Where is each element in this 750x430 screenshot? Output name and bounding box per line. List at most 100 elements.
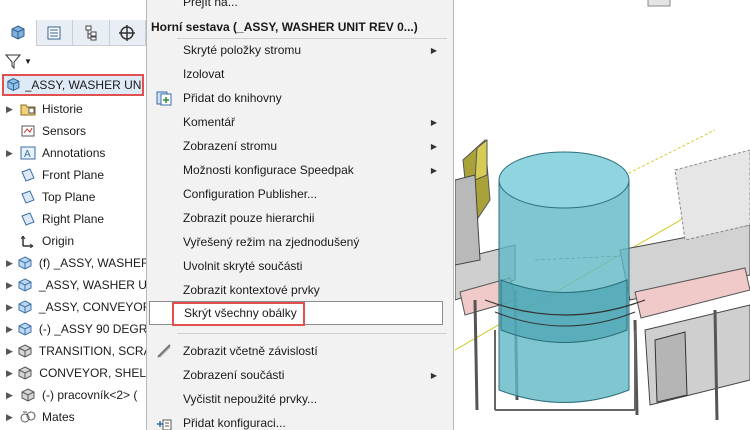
subassembly-icon [17,256,33,270]
expand-arrow-icon[interactable]: ▶ [6,258,13,269]
feature-tree: ▶ Historie Sensors ▶ A Annotations Front Plane… [0,98,146,428]
menu-item-vyreseny-rezim-na-zjednoduseny[interactable]: Vyřešený režim na zjednodušený [149,230,451,254]
tree-item-assy-90-degr[interactable]: ▶ (-) _ASSY 90 DEGR [0,318,146,340]
expand-arrow-icon[interactable]: ▶ [6,412,16,423]
menu-item-vycistit-nepouzite-prvky[interactable]: Vyčistit nepoužité prvky... [149,387,451,411]
plane-icon [20,212,36,226]
menu-item-label: Izolovat [183,67,225,81]
menu-item-label: Komentář [183,115,236,129]
tree-item-historie[interactable]: ▶ Historie [0,98,146,120]
tree-item-label: (-) _ASSY 90 DEGR [38,322,146,336]
tree-item-annotations[interactable]: ▶ A Annotations [0,142,146,164]
menu-item-uvolnit-skryte-soucasti[interactable]: Uvolnit skryté součásti [149,254,451,278]
tab-feature-manager[interactable] [0,20,37,46]
menu-item-label: Přidat konfiguraci... [183,416,286,430]
expand-arrow-icon[interactable]: ▶ [6,302,13,313]
menu-item-zobrazit-vcetne-zavislosti[interactable]: Zobrazit včetně závislostí [149,339,451,363]
dependencies-icon [155,342,173,360]
menu-item-label: Vyřešený režim na zjednodušený [183,235,360,249]
subassembly-icon [17,300,33,314]
feature-manager-icon [11,25,25,40]
menu-item-komentar[interactable]: Komentář ▶ [149,110,451,134]
tree-item-label: TRANSITION, SCRA [38,344,146,358]
tab-property-manager[interactable] [37,20,73,46]
library-add-icon [155,89,173,107]
subassembly-icon [17,322,33,336]
filter-icon [4,54,22,70]
menu-item-zobrazit-pouze-hierarchii[interactable]: Zobrazit pouze hierarchii [149,206,451,230]
mates-icon [20,410,36,424]
tree-item-transition-scra[interactable]: ▶ TRANSITION, SCRA [0,340,146,362]
tree-item-mates[interactable]: ▶ Mates [0,406,146,428]
tab-configuration-manager[interactable] [73,20,110,46]
menu-item-zobrazeni-soucasti[interactable]: Zobrazení součásti ▶ [149,363,451,387]
tree-item-pracovnik-2[interactable]: ▶ (-) pracovník<2> ( [0,384,146,406]
submenu-arrow-icon: ▶ [430,45,437,55]
tab-dimxpert-manager[interactable] [110,20,146,46]
menu-item-zobrazeni-stromu[interactable]: Zobrazení stromu ▶ [149,134,451,158]
subassembly-icon [17,278,33,292]
expand-arrow-icon[interactable]: ▶ [6,368,13,379]
tree-item-label: CONVEYOR, SHEL [39,366,146,380]
menu-item-pridat-do-knihovny[interactable]: Přidat do knihovny [149,86,451,110]
tree-root-label: _ASSY, WASHER UNIT [24,78,142,92]
part-icon [17,344,33,358]
tree-item-sensors[interactable]: Sensors [0,120,146,142]
expand-arrow-icon[interactable]: ▶ [6,390,16,401]
feature-manager-panel: ▼ _ASSY, WASHER UNIT ▶ Historie Sensors ▶ A A… [0,0,146,430]
menu-item-label: Vyčistit nepoužité prvky... [183,392,318,406]
submenu-arrow-icon: ▶ [430,117,437,127]
menu-item-moznosti-konfigurace-speedpak[interactable]: Možnosti konfigurace Speedpak ▶ [149,158,451,182]
menu-header: Horní sestava (_ASSY, WASHER UNIT REV 0.… [151,20,418,34]
part-icon [20,388,36,402]
expand-arrow-icon[interactable]: ▶ [6,104,16,115]
submenu-arrow-icon: ▶ [430,165,437,175]
menu-item-pridat-konfiguraci[interactable]: Přidat konfiguraci... [149,411,451,430]
menu-item-label: Možnosti konfigurace Speedpak [183,163,354,177]
sensor-icon [20,124,36,138]
tree-item-origin[interactable]: Origin [0,230,146,252]
tree-item-label: Front Plane [42,168,105,182]
expand-arrow-icon[interactable]: ▶ [6,324,13,335]
menu-item-label: Zobrazení stromu [183,139,278,153]
tree-root-assembly[interactable]: _ASSY, WASHER UNIT [2,74,144,96]
menu-item-configuration-publisher[interactable]: Configuration Publisher... [149,182,451,206]
submenu-arrow-icon: ▶ [430,370,437,380]
menu-item-label: Zobrazit pouze hierarchii [183,211,315,225]
tree-filter[interactable]: ▼ [4,50,32,72]
tree-item-label: Top Plane [42,190,96,204]
tree-item-label: Mates [42,410,75,424]
svg-text:A: A [24,149,31,160]
tree-item-conveyor-shel[interactable]: ▶ CONVEYOR, SHEL [0,362,146,384]
plane-icon [20,168,36,182]
menu-item-skryte-polozky-stromu[interactable]: Skryté položky stromu ▶ [149,38,451,62]
menu-item-zobrazit-kontextove-prvky[interactable]: Zobrazit kontextové prvky [149,278,451,302]
tree-item-right-plane[interactable]: Right Plane [0,208,146,230]
tree-item-f-assy-washer[interactable]: ▶ (f) _ASSY, WASHER [0,252,146,274]
annotation-icon: A [20,146,36,160]
menu-item-go-to[interactable]: Přejít na... [183,0,238,9]
tree-item-label: _ASSY, CONVEYOR [38,300,146,314]
menu-item-skryt-vsechny-obalky[interactable]: Skrýt všechny obálky [149,301,443,325]
tree-item-label: Right Plane [42,212,105,226]
add-configuration-icon [155,414,173,430]
menu-item-izolovat[interactable]: Izolovat [149,62,451,86]
origin-icon [20,234,36,248]
graphics-viewport[interactable] [455,0,750,430]
tree-item-label: Historie [42,102,83,116]
expand-arrow-icon[interactable]: ▶ [6,148,16,159]
folder-history-icon [20,102,36,116]
menu-separator [177,333,447,334]
configuration-manager-icon [85,25,97,41]
menu-item-label: Skryté položky stromu [183,43,302,57]
tree-item-label: Sensors [42,124,87,138]
tree-item-top-plane[interactable]: Top Plane [0,186,146,208]
crosshair-icon [119,25,136,41]
tree-item-label: (f) _ASSY, WASHER [38,256,146,270]
tree-item-assy-washer-u[interactable]: ▶ _ASSY, WASHER U [0,274,146,296]
tree-item-assy-conveyor[interactable]: ▶ _ASSY, CONVEYOR [0,296,146,318]
expand-arrow-icon[interactable]: ▶ [6,346,13,357]
expand-arrow-icon[interactable]: ▶ [6,280,13,291]
plane-icon [20,190,36,204]
tree-item-front-plane[interactable]: Front Plane [0,164,146,186]
